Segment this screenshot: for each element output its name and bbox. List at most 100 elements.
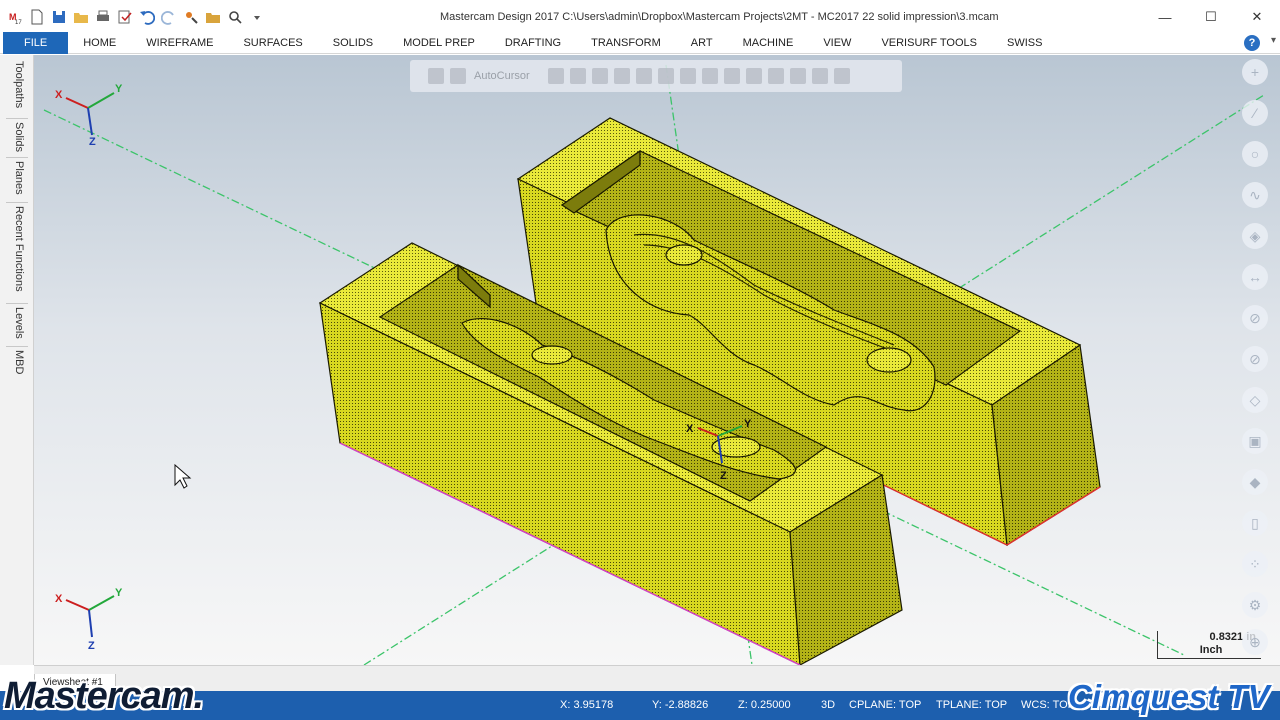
- search-icon[interactable]: [224, 6, 246, 28]
- print-icon[interactable]: [92, 6, 114, 28]
- gear-icon[interactable]: ⚙: [1242, 592, 1268, 618]
- grid-icon[interactable]: [745, 68, 762, 84]
- quick-access-toolbar: M 17: [0, 0, 268, 34]
- quick-mask-toolbar: + ⁄ ○ ∿ ◈ ↔ ⊘ ⊘ ◇ ▣ ◆ ▯ ⁘ ⚙ ⊕: [1230, 55, 1280, 665]
- undo-icon[interactable]: [136, 6, 158, 28]
- window-title: Mastercam Design 2017 C:\Users\admin\Dro…: [440, 11, 999, 23]
- lock-icon[interactable]: [428, 68, 444, 84]
- minimize-button[interactable]: —: [1142, 0, 1188, 34]
- app-logo-icon[interactable]: M 17: [4, 6, 26, 28]
- tab-view[interactable]: VIEW: [808, 32, 866, 54]
- folder-settings-icon[interactable]: [202, 6, 224, 28]
- verify-icon[interactable]: [723, 68, 740, 84]
- svg-text:17: 17: [15, 20, 22, 25]
- arc-select-icon[interactable]: ○: [1242, 141, 1268, 167]
- polygon-select-icon[interactable]: [657, 68, 674, 84]
- tab-mbd[interactable]: MBD: [11, 350, 25, 374]
- solid-select-icon[interactable]: [701, 68, 718, 84]
- top-gnomon-z-label: Z: [89, 136, 96, 148]
- tab-planes[interactable]: Planes: [11, 161, 25, 195]
- tab-recent-functions[interactable]: Recent Functions: [11, 206, 25, 292]
- tab-machine[interactable]: MACHINE: [728, 32, 809, 54]
- tab-separator: [6, 303, 28, 304]
- status-cplane[interactable]: CPLANE: TOP: [849, 699, 921, 711]
- tab-model-prep[interactable]: MODEL PREP: [388, 32, 490, 54]
- group-select-icon[interactable]: ⊘: [1242, 346, 1268, 372]
- color-select-icon[interactable]: ◆: [1242, 469, 1268, 495]
- line-select-icon[interactable]: ⁄: [1242, 100, 1268, 126]
- close-button[interactable]: ✕: [1234, 0, 1280, 34]
- ribbon-tab-bar: FILE HOME WIREFRAME SURFACES SOLIDS MODE…: [0, 31, 1280, 54]
- center-gnomon-x-label: X: [686, 423, 694, 435]
- zoom-icon[interactable]: [767, 68, 784, 84]
- level-select-icon[interactable]: ▯: [1242, 510, 1268, 536]
- mastercam-logo: Mastercam.: [4, 675, 204, 717]
- bottom-gnomon-x-label: X: [55, 593, 63, 605]
- face-select-icon[interactable]: [789, 68, 806, 84]
- tab-solids[interactable]: SOLIDS: [318, 32, 388, 54]
- tab-toolpaths[interactable]: Toolpaths: [11, 61, 25, 108]
- print-preview-icon[interactable]: [114, 6, 136, 28]
- open-folder-icon[interactable]: [70, 6, 92, 28]
- select-mode-icon[interactable]: [450, 68, 466, 84]
- tab-separator: [6, 346, 28, 347]
- surface-select-icon[interactable]: ◈: [1242, 223, 1268, 249]
- tab-separator: [6, 202, 28, 203]
- customize-dropdown-icon[interactable]: [246, 6, 268, 28]
- status-wcs[interactable]: WCS: TOP: [1021, 699, 1075, 711]
- tab-drafting[interactable]: DRAFTING: [490, 32, 576, 54]
- center-gnomon-y-label: Y: [744, 418, 752, 430]
- maximize-button[interactable]: ☐: [1188, 0, 1234, 34]
- autocursor-dropdown[interactable]: AutoCursor: [474, 70, 530, 82]
- save-icon[interactable]: [48, 6, 70, 28]
- dimension-select-icon[interactable]: ↔: [1242, 264, 1268, 290]
- cimquest-tv-logo: Cimquest TV: [1068, 678, 1270, 715]
- snap-icon[interactable]: [547, 68, 564, 84]
- help-icon[interactable]: ?: [1244, 35, 1260, 51]
- model-scene: X Y Z X Y Z X Y Z: [43, 64, 1265, 665]
- settings-icon[interactable]: [569, 68, 586, 84]
- bottom-gnomon-y-label: Y: [115, 587, 123, 599]
- tab-wireframe[interactable]: WIREFRAME: [131, 32, 228, 54]
- vector-select-icon[interactable]: [679, 68, 696, 84]
- tab-transform[interactable]: TRANSFORM: [576, 32, 676, 54]
- graphics-viewport[interactable]: X Y Z X Y Z X Y Z AutoCursor 0.8321 in I…: [34, 55, 1280, 665]
- selection-toolbar: AutoCursor: [410, 60, 902, 92]
- tab-separator: [6, 118, 28, 119]
- tab-surfaces[interactable]: SURFACES: [228, 32, 317, 54]
- point-select-icon[interactable]: ⁘: [1242, 551, 1268, 577]
- tab-verisurf-tools[interactable]: VERISURF TOOLS: [866, 32, 992, 54]
- solid-body-icon[interactable]: ◇: [1242, 387, 1268, 413]
- tab-art[interactable]: ART: [676, 32, 728, 54]
- top-gnomon-y-label: Y: [115, 83, 123, 95]
- status-3d-toggle[interactable]: 3D: [821, 699, 835, 711]
- title-bar: M 17 Mastercam Design 2017 C:\Users\admin…: [0, 0, 1280, 34]
- tab-swiss[interactable]: SWISS: [992, 32, 1057, 54]
- tab-home[interactable]: HOME: [68, 32, 131, 54]
- analyze-icon[interactable]: [180, 6, 202, 28]
- cube-icon[interactable]: ▣: [1242, 428, 1268, 454]
- mouse-cursor-icon: [174, 463, 192, 489]
- bottom-gnomon-z-label: Z: [88, 640, 95, 652]
- new-file-icon[interactable]: [26, 6, 48, 28]
- tab-solids-manager[interactable]: Solids: [11, 122, 25, 152]
- status-z-coordinate[interactable]: Z: 0.25000: [738, 699, 791, 711]
- spline-select-icon[interactable]: ∿: [1242, 182, 1268, 208]
- wireframe-select-icon[interactable]: ⊘: [1242, 305, 1268, 331]
- edge-select-icon[interactable]: [811, 68, 828, 84]
- tab-levels[interactable]: Levels: [11, 307, 25, 339]
- status-y-coordinate: Y: -2.88826: [652, 699, 709, 711]
- top-gnomon-x-label: X: [55, 89, 63, 101]
- chain-icon[interactable]: [613, 68, 630, 84]
- view-gnomon-bottom: [65, 595, 115, 638]
- pointer-icon[interactable]: [591, 68, 608, 84]
- window-select-icon[interactable]: [635, 68, 652, 84]
- status-tplane[interactable]: TPLANE: TOP: [936, 699, 1007, 711]
- tab-file[interactable]: FILE: [3, 31, 69, 54]
- redo-icon[interactable]: [158, 6, 180, 28]
- body-select-icon[interactable]: [833, 68, 850, 84]
- center-gnomon-z-label: Z: [720, 470, 727, 482]
- target-icon[interactable]: ⊕: [1242, 629, 1268, 655]
- ribbon-collapse-icon[interactable]: ▾: [1271, 35, 1276, 46]
- plus-icon[interactable]: +: [1242, 59, 1268, 85]
